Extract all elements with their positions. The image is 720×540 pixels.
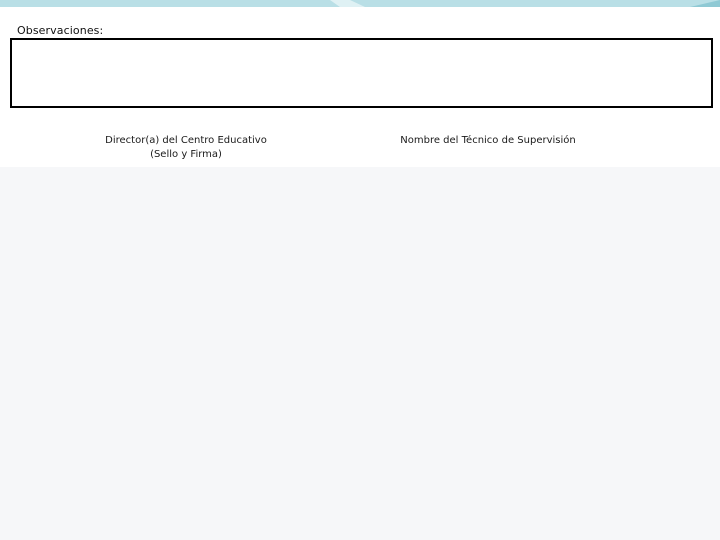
decorative-header-band [0,0,720,7]
technician-title: Nombre del Técnico de Supervisión [400,135,576,146]
director-signature-block: Director(a) del Centro Educativo (Sello … [96,134,276,162]
form-area: Observaciones: Director(a) del Centro Ed… [0,7,720,167]
header-wave-graphic [0,0,720,7]
director-title: Director(a) del Centro Educativo [105,135,267,146]
observations-label: Observaciones: [17,24,104,37]
blank-page-area [0,167,720,540]
technician-signature-block: Nombre del Técnico de Supervisión [388,134,588,148]
observations-box[interactable] [10,38,713,108]
director-seal-note: (Sello y Firma) [150,149,222,160]
